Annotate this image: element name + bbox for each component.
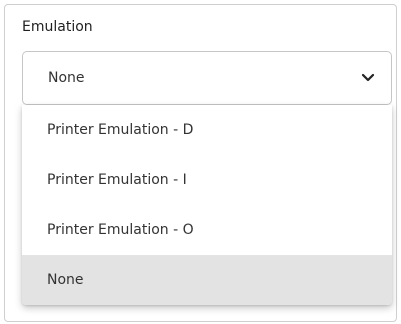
emulation-select[interactable]: None — [22, 51, 392, 105]
emulation-label: Emulation — [22, 19, 93, 35]
option-printer-emulation-d[interactable]: Printer Emulation - D — [22, 105, 392, 155]
option-printer-emulation-i[interactable]: Printer Emulation - I — [22, 155, 392, 205]
option-none[interactable]: None — [22, 255, 392, 305]
emulation-panel: Emulation None Printer Emulation - D Pri… — [4, 4, 397, 322]
emulation-dropdown-menu: Printer Emulation - D Printer Emulation … — [22, 105, 392, 305]
option-printer-emulation-o[interactable]: Printer Emulation - O — [22, 205, 392, 255]
selected-value: None — [48, 70, 85, 86]
chevron-down-icon — [361, 73, 375, 83]
